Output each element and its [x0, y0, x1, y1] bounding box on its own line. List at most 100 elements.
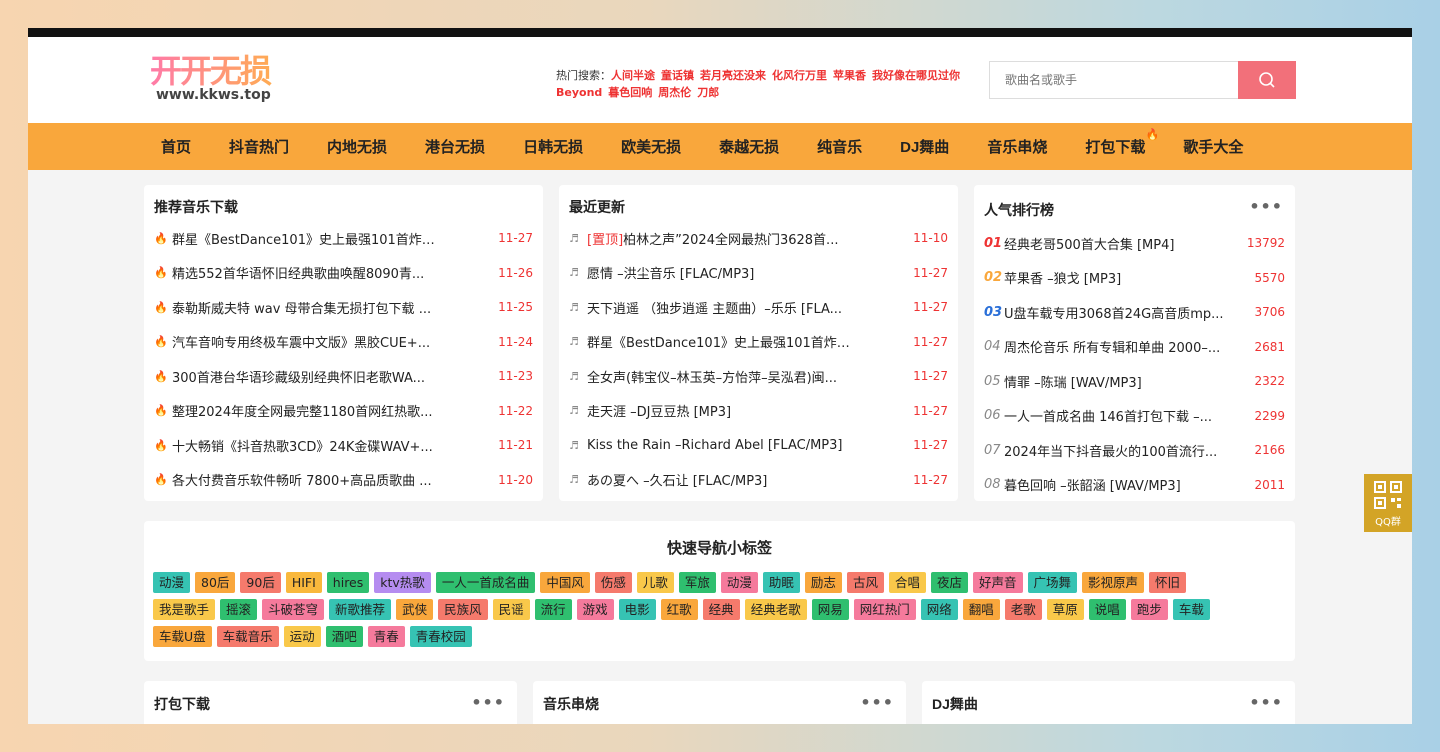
search-input[interactable]	[989, 61, 1238, 99]
list-item[interactable]: 🔥 十大畅销《抖音热歌3CD》24K金碟WAV+... 11-21	[154, 435, 533, 455]
tag-chip[interactable]: 民族风	[438, 599, 488, 620]
list-item[interactable]: 🔥 泰勒斯威夫特 wav 母带合集无损打包下载 ... 11-25	[154, 297, 533, 317]
tag-chip[interactable]: 好声音	[972, 572, 1023, 593]
list-item[interactable]: ♬ Kiss the Rain –Richard Abel [FLAC/MP3] 1…	[569, 435, 948, 455]
list-item[interactable]: 🔥 群星《BestDance101》史上最强101首炸机... 11-27	[154, 228, 533, 248]
hot-search-link[interactable]: 童话镇	[661, 69, 694, 82]
nav-item[interactable]: 歌手大全	[1183, 136, 1243, 157]
tag-chip[interactable]: 励志	[804, 572, 842, 593]
more-icon[interactable]: •••	[1249, 693, 1283, 712]
list-item[interactable]: ♬ 愿情 –洪尘音乐 [FLAC/MP3] 11-27	[569, 263, 948, 283]
rank-item[interactable]: 01 经典老哥500首大合集 [MP4] 13792	[984, 233, 1285, 253]
tag-chip[interactable]: 车载U盘	[153, 626, 212, 647]
tag-chip[interactable]: 斗破苍穹	[262, 599, 325, 620]
hot-search-link[interactable]: 暮色回响	[608, 86, 652, 99]
list-item[interactable]: ♬ 走天涯 –DJ豆豆热 [MP3] 11-27	[569, 401, 948, 421]
list-item[interactable]: 🔥 汽车音响专用终极车震中文版》黑胶CUE+... 11-24	[154, 332, 533, 352]
tag-chip[interactable]: HIFI	[285, 572, 322, 593]
rank-item[interactable]: 08 暮色回响 –张韶涵 [WAV/MP3] 2011	[984, 475, 1285, 495]
tag-chip[interactable]: 武侠	[396, 599, 434, 620]
tag-chip[interactable]: 摇滚	[220, 599, 258, 620]
hot-search-link[interactable]: 人间半途	[611, 69, 655, 82]
nav-item[interactable]: 首页	[161, 136, 191, 157]
tag-chip[interactable]: ktv热歌	[374, 572, 431, 593]
hot-search-link[interactable]: 我好像在哪见过你	[872, 69, 960, 82]
tag-chip[interactable]: 青春	[367, 626, 405, 647]
tag-chip[interactable]: 红歌	[660, 599, 698, 620]
tag-chip[interactable]: 经典	[702, 599, 740, 620]
more-icon[interactable]: •••	[1249, 197, 1283, 216]
qq-group-button[interactable]: QQ群	[1364, 474, 1412, 532]
tag-chip[interactable]: 夜店	[930, 572, 968, 593]
nav-item[interactable]: 纯音乐	[817, 136, 862, 157]
tag-chip[interactable]: 合唱	[888, 572, 926, 593]
hot-search-link[interactable]: 刀郎	[697, 86, 719, 99]
list-item[interactable]: 🔥 整理2024年度全网最完整1180首网红热歌... 11-22	[154, 401, 533, 421]
hot-search-link[interactable]: 若月亮还没来	[700, 69, 766, 82]
tag-chip[interactable]: 运动	[283, 626, 321, 647]
list-item[interactable]: ♬ あの夏へ –久石让 [FLAC/MP3] 11-27	[569, 470, 948, 490]
nav-item[interactable]: 内地无损	[327, 136, 387, 157]
rank-item[interactable]: 07 2024年当下抖音最火的100首流行... 2166	[984, 440, 1285, 460]
rank-item[interactable]: 06 一人一首成名曲 146首打包下载 –... 2299	[984, 406, 1285, 426]
tag-chip[interactable]: 影视原声	[1082, 572, 1145, 593]
tag-chip[interactable]: 车载	[1172, 599, 1210, 620]
nav-item[interactable]: 欧美无损	[621, 136, 681, 157]
hot-search-link[interactable]: 周杰伦	[658, 86, 691, 99]
tag-chip[interactable]: 动漫	[720, 572, 758, 593]
more-icon[interactable]: •••	[471, 693, 505, 712]
tag-chip[interactable]: 跑步	[1130, 599, 1168, 620]
nav-item[interactable]: 泰越无损	[719, 136, 779, 157]
hot-search-link[interactable]: 化风行万里	[772, 69, 827, 82]
more-icon[interactable]: •••	[860, 693, 894, 712]
tag-chip[interactable]: 酒吧	[325, 626, 363, 647]
tag-chip[interactable]: 经典老歌	[744, 599, 807, 620]
tag-chip[interactable]: 网易	[811, 599, 849, 620]
tag-chip[interactable]: 我是歌手	[153, 599, 216, 620]
nav-item[interactable]: 打包下载 🔥	[1085, 129, 1159, 157]
tag-chip[interactable]: 车载音乐	[216, 626, 279, 647]
tag-chip[interactable]: 说唱	[1088, 599, 1126, 620]
tag-chip[interactable]: 儿歌	[636, 572, 674, 593]
tag-chip[interactable]: 90后	[240, 572, 281, 593]
rank-item[interactable]: 04 周杰伦音乐 所有专辑和单曲 2000–... 2681	[984, 337, 1285, 357]
tag-chip[interactable]: 中国风	[540, 572, 590, 593]
tag-chip[interactable]: hires	[326, 572, 370, 593]
tag-chip[interactable]: 80后	[195, 572, 236, 593]
tag-chip[interactable]: 军旅	[678, 572, 716, 593]
nav-item[interactable]: 抖音热门	[229, 136, 289, 157]
tag-chip[interactable]: 网络	[920, 599, 958, 620]
tag-chip[interactable]: 助眠	[762, 572, 800, 593]
tag-chip[interactable]: 老歌	[1004, 599, 1042, 620]
rank-item[interactable]: 03 U盘车载专用3068首24G高音质mp... 3706	[984, 302, 1285, 322]
hot-search-link[interactable]: 苹果香	[833, 69, 866, 82]
list-item[interactable]: 🔥 精选552首华语怀旧经典歌曲唤醒8090青... 11-26	[154, 263, 533, 283]
nav-item[interactable]: 音乐串烧	[987, 136, 1047, 157]
tag-chip[interactable]: 民谣	[492, 599, 530, 620]
search-button[interactable]	[1238, 61, 1296, 99]
nav-item[interactable]: DJ舞曲	[900, 136, 949, 157]
list-item[interactable]: 🔥 300首港台华语珍藏级别经典怀旧老歌WA... 11-23	[154, 366, 533, 386]
logo[interactable]: 开开无损 www.kkws.top	[150, 53, 290, 113]
tag-chip[interactable]: 青春校园	[409, 626, 472, 647]
tag-chip[interactable]: 一人一首成名曲	[435, 572, 536, 593]
list-item[interactable]: 🔥 各大付费音乐软件畅听 7800+高品质歌曲 ... 11-20	[154, 470, 533, 490]
tag-chip[interactable]: 动漫	[153, 572, 191, 593]
tag-chip[interactable]: 游戏	[576, 599, 614, 620]
nav-item[interactable]: 港台无损	[425, 136, 485, 157]
list-item[interactable]: ♬ 全女声(韩宝仪–林玉英–方怡萍–吴泓君)闽... 11-27	[569, 366, 948, 386]
tag-chip[interactable]: 流行	[534, 599, 572, 620]
tag-chip[interactable]: 广场舞	[1027, 572, 1078, 593]
tag-chip[interactable]: 新歌推荐	[329, 599, 392, 620]
nav-item[interactable]: 日韩无损	[523, 136, 583, 157]
tag-chip[interactable]: 古风	[846, 572, 884, 593]
rank-item[interactable]: 02 苹果香 –狼戈 [MP3] 5570	[984, 268, 1285, 288]
hot-search-link[interactable]: Beyond	[556, 86, 602, 99]
tag-chip[interactable]: 电影	[618, 599, 656, 620]
list-item[interactable]: ♬ [置顶]柏林之声”2024全网最热门3628首... 11-10	[569, 228, 948, 248]
rank-item[interactable]: 05 情罪 –陈瑞 [WAV/MP3] 2322	[984, 371, 1285, 391]
tag-chip[interactable]: 草原	[1046, 599, 1084, 620]
tag-chip[interactable]: 怀旧	[1149, 572, 1187, 593]
list-item[interactable]: ♬ 群星《BestDance101》史上最强101首炸机... 11-27	[569, 332, 948, 352]
list-item[interactable]: ♬ 天下逍遥 （独步逍遥 主题曲）–乐乐 [FLA... 11-27	[569, 297, 948, 317]
